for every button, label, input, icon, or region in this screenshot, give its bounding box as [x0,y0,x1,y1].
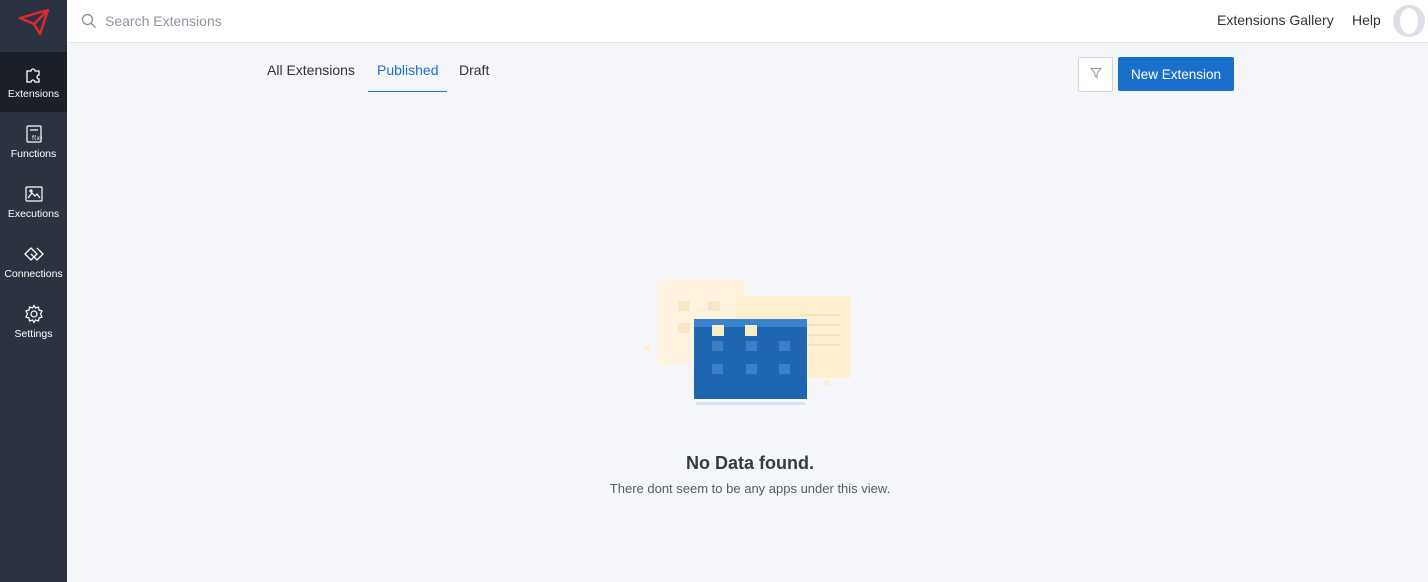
avatar[interactable] [1393,5,1425,37]
sidebar-item-label: Extensions [7,88,60,100]
search-icon [81,13,97,29]
empty-state-illustration [640,275,855,410]
filter-icon [1089,66,1102,84]
sidebar-item-label: Functions [10,148,57,160]
sidebar-item-connections[interactable]: Connections [0,232,67,292]
sidebar-item-extensions[interactable]: Extensions [0,52,67,112]
top-bar: Extensions Gallery Help [67,0,1428,43]
tab-published[interactable]: Published [377,62,439,78]
puzzle-icon [23,63,45,85]
tab-draft[interactable]: Draft [459,62,489,78]
svg-text:f(x): f(x) [32,135,42,142]
connections-icon [23,243,45,265]
active-tab-indicator [368,91,447,92]
sidebar-item-label: Settings [14,328,53,340]
extensions-gallery-link[interactable]: Extensions Gallery [1217,12,1334,28]
help-link[interactable]: Help [1352,12,1381,28]
search-input[interactable] [105,10,405,32]
tab-all-extensions[interactable]: All Extensions [267,62,355,78]
empty-state-title: No Data found. [686,453,814,473]
app-logo[interactable] [0,0,67,43]
empty-state-subtitle: There dont seem to be any apps under thi… [609,481,891,496]
sidebar-item-executions[interactable]: Executions [0,172,67,232]
new-extension-button[interactable]: New Extension [1118,57,1234,91]
gear-icon [23,303,45,325]
image-icon [23,183,45,205]
filter-button[interactable] [1078,57,1113,92]
function-icon: f(x) [23,123,45,145]
sidebar-item-settings[interactable]: Settings [0,292,67,352]
sidebar: Extensions f(x) Functions Executions Con… [0,0,67,582]
sidebar-item-functions[interactable]: f(x) Functions [0,112,67,172]
sidebar-item-label: Executions [7,208,60,220]
sidebar-item-label: Connections [4,268,63,280]
